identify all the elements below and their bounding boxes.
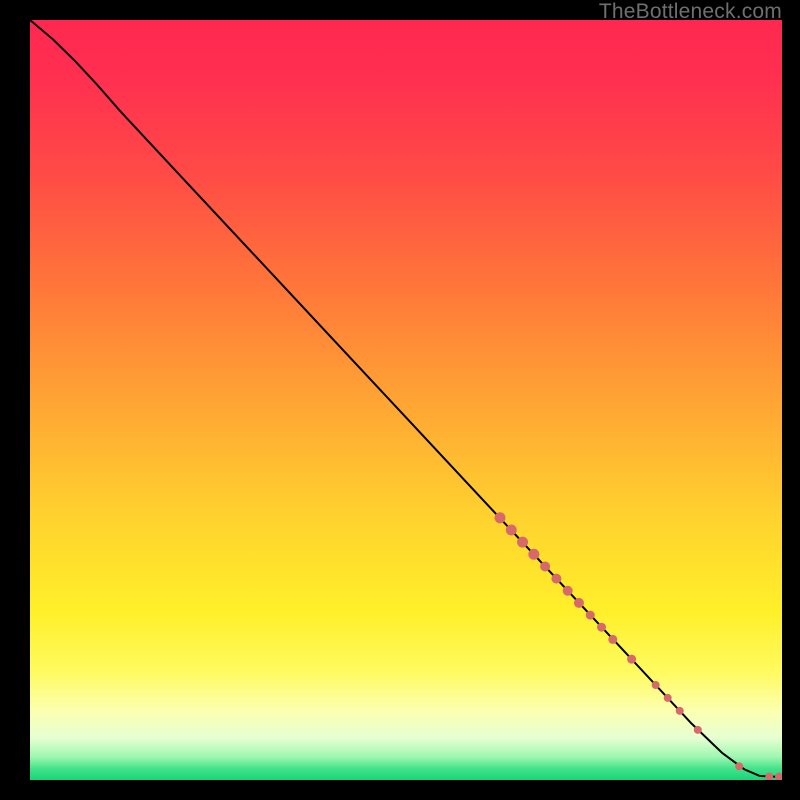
plot-area bbox=[30, 20, 782, 780]
data-marker bbox=[597, 623, 606, 632]
data-marker bbox=[586, 611, 595, 620]
data-marker bbox=[495, 512, 506, 523]
chart-svg bbox=[30, 20, 782, 780]
data-marker bbox=[551, 574, 561, 584]
data-marker bbox=[563, 586, 573, 596]
data-marker bbox=[735, 762, 743, 770]
data-marker bbox=[627, 655, 636, 664]
chart-stage: TheBottleneck.com bbox=[0, 0, 800, 800]
data-marker bbox=[517, 537, 528, 548]
data-marker bbox=[664, 694, 672, 702]
data-marker bbox=[652, 681, 660, 689]
data-marker bbox=[574, 598, 584, 608]
data-marker bbox=[676, 707, 684, 715]
data-marker bbox=[540, 561, 550, 571]
data-marker bbox=[506, 524, 517, 535]
data-marker bbox=[694, 726, 702, 734]
data-marker bbox=[528, 549, 539, 560]
data-marker bbox=[608, 635, 617, 644]
